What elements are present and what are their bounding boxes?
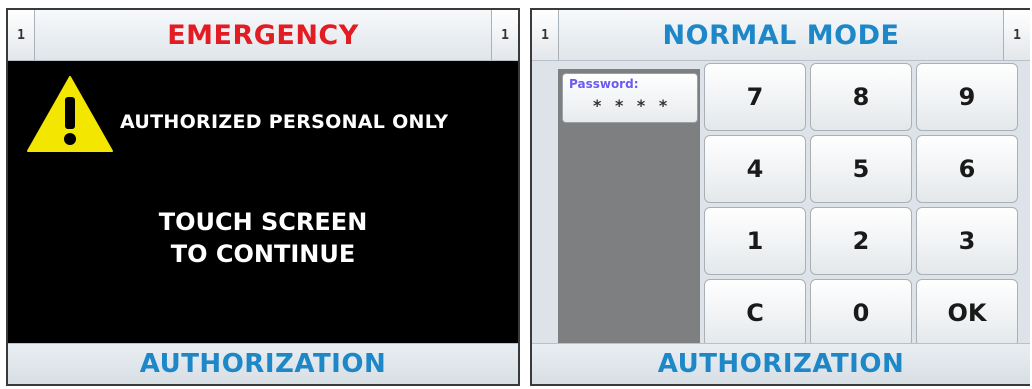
numeric-keypad: 7 8 9 4 5 6 1 2 3 C 0 OK [704, 63, 1018, 347]
footer-bar: AUTHORIZATION [532, 343, 1030, 384]
key-9[interactable]: 9 [916, 63, 1018, 131]
touch-prompt-line1: TOUCH SCREEN [158, 208, 368, 236]
header-corner-left: 1 [532, 10, 559, 60]
password-label: Password: [569, 77, 639, 91]
touch-prompt: TOUCH SCREEN TO CONTINUE [8, 206, 518, 270]
emergency-screen[interactable]: 1 EMERGENCY 1 AUTHORIZED PERSONAL ONLY T… [6, 8, 520, 386]
key-8[interactable]: 8 [810, 63, 912, 131]
touch-prompt-line2: TO CONTINUE [170, 240, 356, 268]
warning-triangle-icon [27, 76, 113, 152]
key-4[interactable]: 4 [704, 135, 806, 203]
password-field[interactable]: Password: * * * * [562, 73, 698, 123]
normal-mode-screen: 1 NORMAL MODE 1 Password: * * * * 7 8 9 … [530, 8, 1030, 386]
password-value: * * * * [593, 96, 672, 115]
footer-label: AUTHORIZATION [657, 349, 905, 379]
key-1[interactable]: 1 [704, 207, 806, 275]
page-title: EMERGENCY [167, 19, 359, 51]
clear-key[interactable]: C [704, 279, 806, 347]
footer-label: AUTHORIZATION [139, 349, 387, 379]
key-0[interactable]: 0 [810, 279, 912, 347]
keypad-panel: Password: * * * * 7 8 9 4 5 6 1 2 3 C 0 … [532, 61, 1030, 347]
key-5[interactable]: 5 [810, 135, 912, 203]
header-corner-left: 1 [8, 10, 35, 60]
emergency-header: 1 EMERGENCY 1 [8, 10, 518, 61]
warning-message: AUTHORIZED PERSONAL ONLY [120, 111, 449, 133]
key-3[interactable]: 3 [916, 207, 1018, 275]
header-corner-right: 1 [491, 10, 518, 60]
key-2[interactable]: 2 [810, 207, 912, 275]
key-6[interactable]: 6 [916, 135, 1018, 203]
header-corner-right: 1 [1003, 10, 1030, 60]
key-7[interactable]: 7 [704, 63, 806, 131]
footer-bar: AUTHORIZATION [8, 343, 518, 384]
normal-mode-header: 1 NORMAL MODE 1 [532, 10, 1030, 61]
ok-key[interactable]: OK [916, 279, 1018, 347]
page-title: NORMAL MODE [662, 19, 900, 51]
touch-to-continue-area[interactable]: AUTHORIZED PERSONAL ONLY TOUCH SCREEN TO… [8, 61, 518, 343]
